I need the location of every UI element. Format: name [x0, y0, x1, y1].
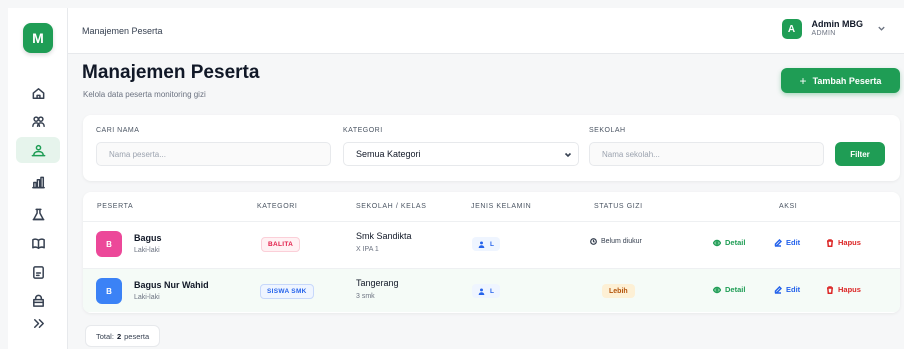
chevron-down-icon[interactable]	[877, 20, 886, 38]
detail-button[interactable]: Detail	[713, 285, 745, 294]
col-header-category: KATEGORI	[257, 203, 298, 210]
trash-icon	[827, 238, 833, 247]
delete-label: Hapus	[838, 285, 861, 294]
gender-badge: L	[472, 284, 500, 298]
edit-button[interactable]: Edit	[774, 285, 800, 294]
detail-button[interactable]: Detail	[713, 238, 745, 247]
search-name-input[interactable]: Nama peserta...	[96, 142, 331, 166]
class-name: X IPA 1	[356, 246, 379, 253]
edit-icon	[774, 238, 782, 247]
participant-gender-text: Laki-laki	[134, 247, 160, 254]
page-title: Manajemen Peserta	[82, 62, 260, 83]
status-badge: Lebih	[602, 284, 635, 298]
category-badge: SISWA SMK	[260, 284, 314, 299]
breadcrumb: Manajemen Peserta	[82, 26, 163, 36]
add-participant-button[interactable]: + Tambah Peserta	[781, 68, 900, 93]
user-role: ADMIN	[811, 30, 836, 38]
sidebar-item-home[interactable]	[16, 80, 60, 106]
filter-card: CARI NAMA Nama peserta... KATEGORI Semua…	[83, 115, 900, 181]
chart-icon	[31, 176, 45, 188]
filter-name-label: CARI NAMA	[96, 127, 140, 134]
participant-gender-text: Laki-laki	[134, 294, 160, 301]
total-count: Total: 2 peserta	[85, 325, 161, 347]
status-text: Belum diukur	[590, 238, 642, 245]
detail-label: Detail	[725, 285, 746, 294]
school-name: Tangerang	[356, 278, 399, 288]
sidebar-item-reports[interactable]	[16, 169, 60, 195]
col-header-gender: JENIS KELAMIN	[471, 203, 532, 210]
person-icon	[478, 287, 485, 295]
edit-label: Edit	[786, 238, 801, 247]
category-select-value: Semua Kategori	[356, 149, 421, 159]
edit-button[interactable]: Edit	[774, 238, 800, 247]
chevrons-right-icon	[33, 318, 44, 328]
gender-badge: L	[472, 237, 500, 251]
avatar: A	[781, 19, 802, 39]
book-icon	[31, 237, 45, 249]
filter-school-label: SEKOLAH	[589, 127, 626, 134]
eye-icon	[713, 286, 721, 293]
trash-icon	[827, 285, 833, 294]
edit-icon	[774, 285, 782, 294]
app-logo[interactable]: M	[23, 23, 53, 53]
edit-label: Edit	[786, 285, 801, 294]
sidebar-item-menu[interactable]	[16, 230, 60, 256]
page-subtitle: Kelola data peserta monitoring gizi	[83, 90, 206, 99]
home-icon	[32, 87, 44, 99]
total-prefix: Total:	[96, 331, 114, 341]
col-header-status: STATUS GIZI	[594, 203, 643, 210]
school-name: Smk Sandikta	[356, 231, 412, 241]
sidebar-item-participants[interactable]	[16, 137, 60, 163]
sidebar-collapse-toggle[interactable]	[16, 310, 60, 336]
participants-table: PESERTA KATEGORI SEKOLAH / KELAS JENIS K…	[83, 192, 900, 313]
delete-button[interactable]: Hapus	[826, 238, 861, 247]
participant-avatar: B	[96, 278, 122, 304]
sidebar-item-users[interactable]	[16, 108, 60, 134]
category-select[interactable]: Semua Kategori	[343, 142, 579, 166]
class-name: 3 smk	[356, 293, 375, 300]
delete-label: Hapus	[838, 238, 861, 247]
bag-icon	[32, 294, 44, 307]
search-school-input[interactable]: Nama sekolah...	[589, 142, 824, 166]
chevron-down-icon	[564, 151, 572, 161]
clock-icon	[590, 238, 597, 245]
gender-value: L	[490, 287, 494, 295]
sidebar: M	[8, 8, 68, 349]
filter-button[interactable]: Filter	[835, 142, 885, 166]
col-header-school: SEKOLAH / KELAS	[356, 203, 427, 210]
status-value: Belum diukur	[601, 238, 642, 245]
top-bar: Manajemen Peserta A Admin MBG ADMIN	[68, 8, 904, 54]
filter-category-label: KATEGORI	[343, 127, 383, 134]
participant-name: Bagus Nur Wahid	[134, 280, 209, 290]
participant-avatar: B	[96, 231, 122, 257]
sidebar-item-documents[interactable]	[16, 259, 60, 285]
detail-label: Detail	[725, 238, 746, 247]
gender-value: L	[490, 240, 494, 248]
participants-icon	[31, 144, 45, 156]
total-suffix: peserta	[124, 331, 150, 341]
table-row[interactable]: B Bagus Nur Wahid Laki-laki SISWA SMK Ta…	[83, 268, 900, 312]
flask-icon	[32, 208, 44, 220]
user-info: Admin MBG ADMIN	[811, 19, 864, 38]
plus-icon: +	[799, 73, 807, 88]
delete-button[interactable]: Hapus	[826, 285, 861, 294]
sidebar-item-lab[interactable]	[16, 201, 60, 227]
table-row[interactable]: B Bagus Laki-laki BALITA Smk Sandikta X …	[83, 222, 900, 266]
col-header-participant: PESERTA	[97, 203, 134, 210]
user-name: Admin MBG	[811, 19, 864, 30]
eye-icon	[713, 239, 721, 246]
col-header-actions: AKSI	[779, 203, 798, 210]
users-icon	[31, 115, 45, 127]
participant-name: Bagus	[134, 233, 162, 243]
app-frame: M Manajemen Peserta A Admin MBG ADMIN Ma…	[0, 0, 904, 349]
add-participant-label: Tambah Peserta	[812, 75, 882, 86]
person-icon	[478, 240, 485, 248]
total-number: 2	[116, 331, 122, 341]
user-menu[interactable]: A Admin MBG ADMIN	[781, 19, 887, 39]
document-icon	[32, 265, 44, 279]
category-badge: BALITA	[261, 237, 301, 252]
